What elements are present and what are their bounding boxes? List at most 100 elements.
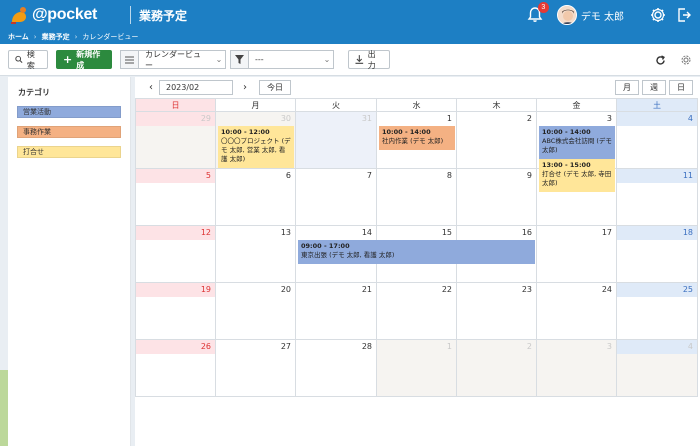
calendar-day-cell[interactable]: 13: [216, 226, 296, 283]
avatar[interactable]: [556, 5, 577, 25]
day-header-strip: [457, 169, 536, 183]
event-time: 09:00 - 17:00: [301, 242, 350, 250]
refresh-icon[interactable]: [655, 54, 666, 66]
search-icon: [15, 55, 23, 64]
settings-button[interactable]: [648, 5, 668, 25]
day-number: 8: [446, 171, 452, 180]
calendar-day-cell[interactable]: 7: [296, 169, 377, 226]
calendar-day-cell[interactable]: 11: [617, 169, 698, 226]
calendar-day-cell[interactable]: 23: [457, 283, 537, 340]
calendar-day-cell[interactable]: 26: [135, 340, 216, 397]
header-divider: [130, 6, 131, 24]
day-number: 4: [687, 114, 693, 123]
day-number: 23: [521, 285, 532, 294]
breadcrumb-current: カレンダービュー: [82, 33, 139, 41]
calendar-event[interactable]: 13:00 - 15:00 打合せ (デモ 太郎, 寺田 太郎): [539, 159, 615, 192]
calendar-day-cell[interactable]: 29: [135, 112, 216, 169]
calendar-day-cell[interactable]: 22: [377, 283, 457, 340]
user-name[interactable]: デモ 太郎: [581, 8, 624, 23]
day-number: 19: [200, 285, 211, 294]
notification-button[interactable]: 3: [525, 2, 549, 25]
calendar-day-cell[interactable]: 17: [537, 226, 617, 283]
event-time: 10:00 - 12:00: [221, 128, 270, 136]
prev-month-button[interactable]: ‹: [143, 82, 159, 93]
weekday-header: 土: [617, 98, 698, 112]
filter-icon: [231, 51, 249, 68]
calendar-day-cell[interactable]: 31: [296, 112, 377, 169]
day-number: 3: [606, 342, 612, 351]
calendar-nav: ‹ 2023/02 › 今日 月 週 日: [135, 77, 700, 98]
day-number: 6: [285, 171, 291, 180]
app-header: @pocket 業務予定 3 デモ 太郎: [0, 0, 700, 30]
day-header-strip: [457, 340, 536, 354]
filter-select-value: ---: [255, 55, 264, 64]
calendar-day-cell[interactable]: 20: [216, 283, 296, 340]
calendar-day-cell[interactable]: 1: [377, 340, 457, 397]
day-number: 1: [446, 342, 452, 351]
calendar-day-cell[interactable]: 25: [617, 283, 698, 340]
category-item[interactable]: 事務作業: [17, 126, 121, 138]
app-logo[interactable]: @pocket: [8, 4, 120, 26]
breadcrumb: ホーム › 業務予定 › カレンダービュー: [0, 30, 700, 44]
calendar-day-cell[interactable]: 5: [135, 169, 216, 226]
day-header-strip: [377, 340, 456, 354]
calendar-day-cell[interactable]: 27: [216, 340, 296, 397]
calendar-day-cell[interactable]: 3: [537, 340, 617, 397]
event-title: ABC株式会社訪問 (デモ 太郎): [542, 137, 612, 154]
logout-button[interactable]: [674, 5, 694, 25]
filter-select[interactable]: --- ⌄: [230, 50, 334, 69]
month-view-button[interactable]: 月: [615, 80, 639, 95]
logout-icon: [678, 8, 691, 22]
calendar-day-cell[interactable]: 19: [135, 283, 216, 340]
day-number: 17: [601, 228, 612, 237]
calendar-day-cell[interactable]: 12: [135, 226, 216, 283]
breadcrumb-app[interactable]: 業務予定: [42, 32, 70, 42]
calendar-event[interactable]: 10:00 - 12:00 〇〇〇プロジェクト (デモ 太郎, 営業 太郎, 看護…: [218, 126, 294, 168]
day-header-strip: [377, 169, 456, 183]
chevron-down-icon: ⌄: [215, 55, 223, 64]
calendar-event[interactable]: 10:00 - 14:00 社内作業 (デモ 太郎): [379, 126, 455, 150]
calendar-day-cell[interactable]: 2: [457, 112, 537, 169]
settings-icon[interactable]: [680, 54, 692, 66]
category-title: カテゴリ: [18, 88, 50, 97]
notification-badge: 3: [537, 2, 549, 13]
day-number: 25: [682, 285, 693, 294]
new-button[interactable]: + 新規作成: [56, 50, 112, 70]
calendar-day-cell[interactable]: 24: [537, 283, 617, 340]
month-input[interactable]: 2023/02: [159, 80, 233, 95]
calendar-event[interactable]: 10:00 - 14:00 ABC株式会社訪問 (デモ 太郎): [539, 126, 615, 159]
next-month-button[interactable]: ›: [237, 82, 253, 93]
today-button[interactable]: 今日: [259, 80, 291, 95]
category-item[interactable]: 営業活動: [17, 106, 121, 118]
calendar-day-cell[interactable]: 21: [296, 283, 377, 340]
breadcrumb-home[interactable]: ホーム: [8, 32, 29, 42]
category-item[interactable]: 打合せ: [17, 146, 121, 158]
calendar-day-cell[interactable]: 18: [617, 226, 698, 283]
export-button[interactable]: 出力: [348, 50, 390, 70]
day-number: 7: [366, 171, 372, 180]
search-button[interactable]: 検索: [8, 50, 48, 70]
day-number: 27: [280, 342, 291, 351]
calendar-day-cell[interactable]: 4: [617, 112, 698, 169]
background-decoration: [0, 370, 8, 446]
day-number: 20: [280, 285, 291, 294]
view-switcher: 月 週 日: [612, 80, 693, 95]
calendar-day-cell[interactable]: 8: [377, 169, 457, 226]
weekday-header: 火: [296, 98, 377, 112]
logo-text: @pocket: [32, 6, 98, 23]
calendar-day-cell[interactable]: 2: [457, 340, 537, 397]
calendar-day-cell[interactable]: 9: [457, 169, 537, 226]
chevron-down-icon: ⌄: [323, 55, 331, 64]
day-header-strip: [216, 169, 295, 183]
calendar-day-cell[interactable]: 4: [617, 340, 698, 397]
day-number: 26: [200, 342, 211, 351]
day-header-strip: [377, 112, 456, 126]
calendar-day-cell[interactable]: 28: [296, 340, 377, 397]
day-number: 1: [446, 114, 452, 123]
view-select[interactable]: カレンダービュー ⌄: [120, 50, 226, 70]
day-view-button[interactable]: 日: [669, 80, 693, 95]
calendar-day-cell[interactable]: 6: [216, 169, 296, 226]
calendar-event[interactable]: 09:00 - 17:00 東京出張 (デモ 太郎, 看護 太郎): [298, 240, 535, 264]
week-view-button[interactable]: 週: [642, 80, 666, 95]
day-header-strip: [136, 169, 215, 183]
